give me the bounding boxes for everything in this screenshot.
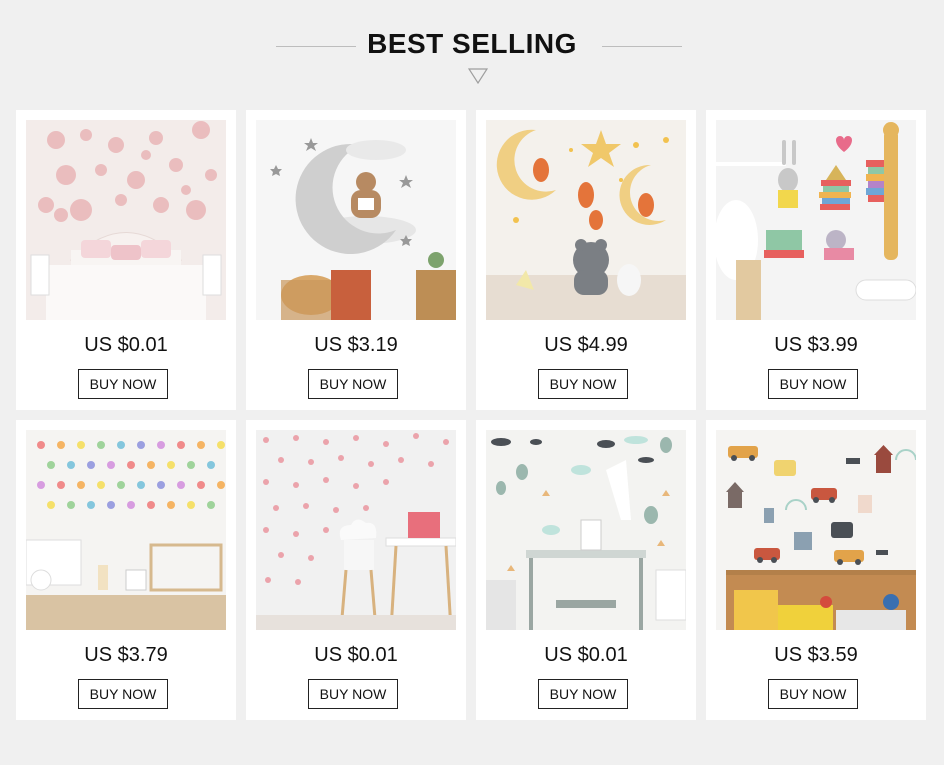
product-price: US $3.59 [774,644,858,666]
rainbow-dots-nursery-image[interactable] [26,430,226,630]
buy-now-button[interactable]: BUY NOW [78,369,168,399]
product-card[interactable]: US $3.99 BUY NOW [706,110,926,410]
product-card[interactable]: US $4.99 BUY NOW [476,110,696,410]
buy-now-button[interactable]: BUY NOW [768,369,858,399]
product-price: US $0.01 [314,644,398,666]
product-price: US $0.01 [544,644,628,666]
buy-now-button[interactable]: BUY NOW [538,369,628,399]
pink-dots-playroom-image[interactable] [256,430,456,630]
chevron-down-icon [468,68,488,84]
product-card[interactable]: US $3.79 BUY NOW [16,420,236,720]
product-card[interactable]: US $0.01 BUY NOW [246,420,466,720]
product-price: US $3.99 [774,334,858,356]
buy-now-button[interactable]: BUY NOW [308,679,398,709]
cars-houses-shelf-image[interactable] [716,430,916,630]
buy-now-button[interactable]: BUY NOW [538,679,628,709]
divider-right [602,46,682,47]
product-card[interactable]: US $3.59 BUY NOW [706,420,926,720]
balloons-clouds-desk-image[interactable] [486,430,686,630]
pink-bubbles-bedroom-image[interactable] [26,120,226,320]
product-card[interactable]: US $0.01 BUY NOW [16,110,236,410]
bunny-giraffe-books-image[interactable] [716,120,916,320]
buy-now-button[interactable]: BUY NOW [308,369,398,399]
product-price: US $0.01 [84,334,168,356]
foxes-moon-stars-image[interactable] [486,120,686,320]
product-price: US $3.79 [84,644,168,666]
product-price: US $3.19 [314,334,398,356]
section-title: BEST SELLING [367,28,577,59]
product-price: US $4.99 [544,334,628,356]
buy-now-button[interactable]: BUY NOW [768,679,858,709]
bear-on-moon-image[interactable] [256,120,456,320]
buy-now-button[interactable]: BUY NOW [78,679,168,709]
product-card[interactable]: US $3.19 BUY NOW [246,110,466,410]
section-header: BEST SELLING [0,0,944,100]
product-card[interactable]: US $0.01 BUY NOW [476,420,696,720]
